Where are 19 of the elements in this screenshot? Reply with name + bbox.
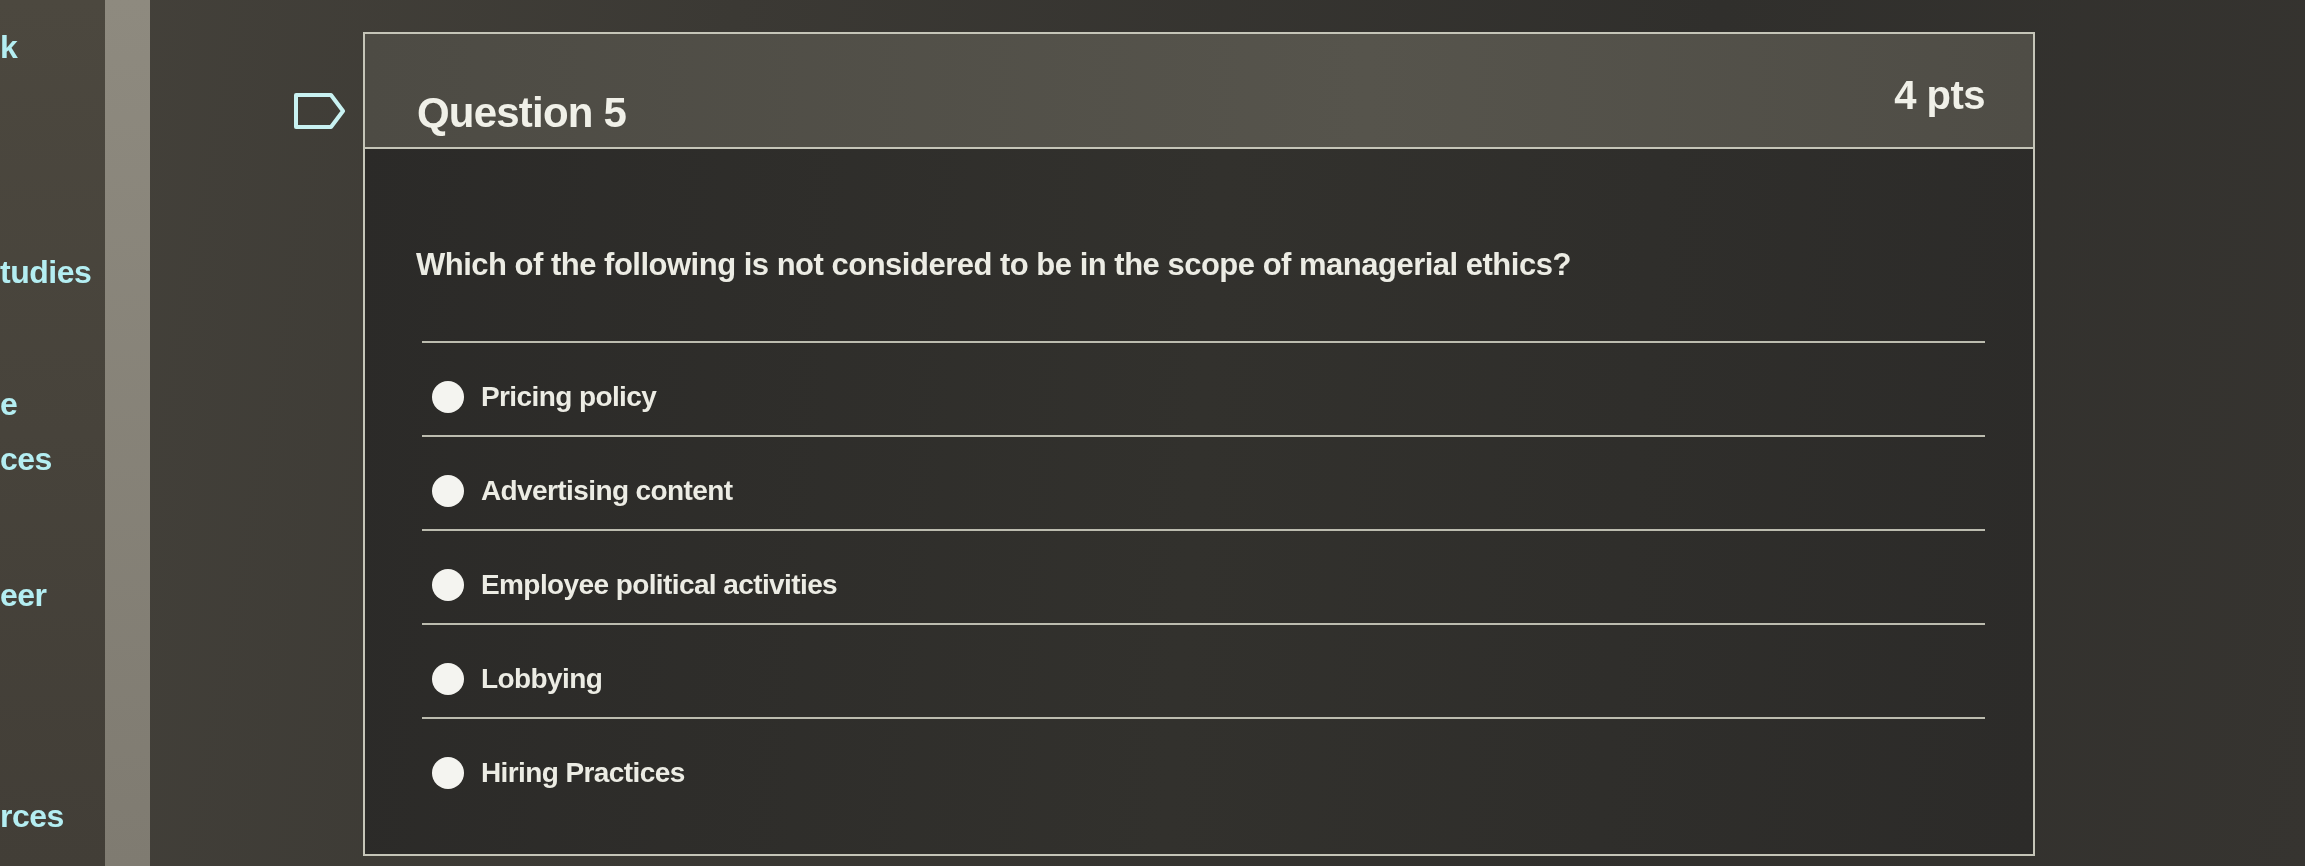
- question-title: Question 5: [417, 89, 627, 137]
- radio-button[interactable]: [432, 757, 464, 789]
- radio-button[interactable]: [432, 663, 464, 695]
- sidebar-link[interactable]: rces: [0, 789, 64, 844]
- option-label[interactable]: Employee political activities: [481, 567, 838, 603]
- radio-button[interactable]: [432, 475, 464, 507]
- radio-button[interactable]: [432, 569, 464, 601]
- sidebar-link[interactable]: k: [0, 20, 18, 75]
- radio-button[interactable]: [432, 381, 464, 413]
- sidebar-link[interactable]: e ces: [0, 377, 52, 487]
- option-label[interactable]: Hiring Practices: [481, 755, 685, 791]
- question-text: Which of the following is not considered to be in the scope of managerial ethics?: [416, 246, 1572, 284]
- sidebar-link[interactable]: tudies: [0, 245, 92, 300]
- option-label[interactable]: Lobbying: [481, 661, 603, 697]
- option-label[interactable]: Advertising content: [481, 473, 733, 509]
- sidebar-link[interactable]: eer: [0, 568, 47, 623]
- tag-icon[interactable]: [294, 93, 345, 129]
- option-label[interactable]: Pricing policy: [481, 379, 657, 415]
- points-label: 4 pts: [1894, 72, 1985, 119]
